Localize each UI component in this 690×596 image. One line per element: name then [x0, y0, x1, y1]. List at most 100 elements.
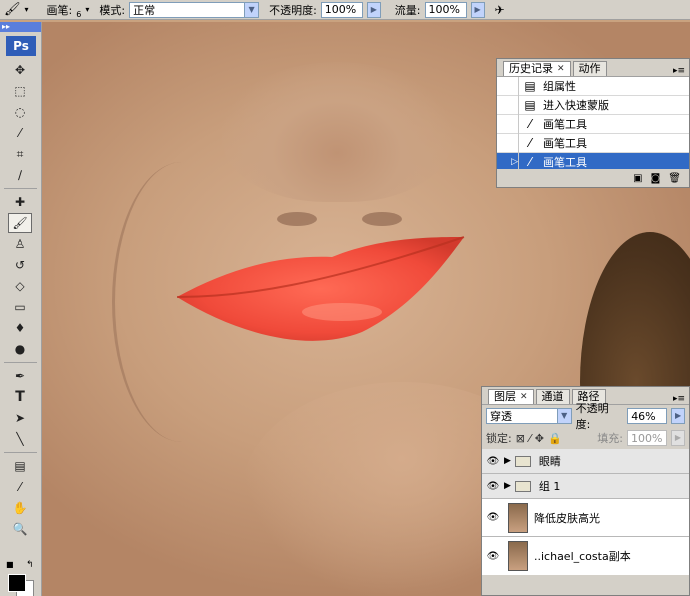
close-icon[interactable]: ✕ [520, 390, 528, 404]
mode-select[interactable]: 正常 ▼ [129, 1, 260, 18]
layer-name: ..ichael_costa副本 [534, 550, 631, 563]
layer-name: 眼睛 [538, 455, 561, 468]
hand-icon[interactable]: ✋ [8, 498, 32, 518]
tab-channels[interactable]: 通道 [535, 389, 570, 404]
fill-slider-button[interactable]: ▶ [671, 430, 685, 446]
history-item-label: 组属性 [543, 80, 576, 93]
path-select-icon[interactable]: ➤ [8, 408, 32, 428]
swap-colors-icon[interactable]: ↰ [26, 560, 34, 570]
layer-opacity-input[interactable]: 46% [627, 408, 668, 424]
marquee-icon[interactable]: ⬚ [8, 81, 32, 101]
history-panel: 历史记录 ✕ 动作 ▸≡ ▤ 组属性 ▤ 进入快速蒙版 ⁄ 画笔工具 ⁄ 画笔工具 ▷ ⁄ 画… [496, 58, 690, 188]
brush-size-value[interactable]: 6 [76, 10, 81, 19]
close-icon[interactable]: ✕ [557, 62, 565, 76]
layer-opacity-slider-button[interactable]: ▶ [671, 408, 685, 424]
toolbox-grip[interactable]: ▸▸ [0, 22, 41, 32]
lasso-icon[interactable]: ◌ [8, 102, 32, 122]
blend-row: 穿透 ▼ 不透明度: 46% ▶ [482, 402, 689, 431]
brush-icon: ⁄ [528, 117, 531, 131]
healing-icon[interactable]: ✚ [8, 192, 32, 212]
layer-row[interactable]: 👁 ▶ 组 1 [482, 474, 689, 499]
layer-row[interactable]: 👁 降低皮肤高光 [482, 499, 689, 537]
tab-channels-label: 通道 [541, 390, 564, 403]
notes-icon[interactable]: ▤ [8, 456, 32, 476]
history-item[interactable]: ⁄ 画笔工具 [497, 114, 689, 134]
history-item-label: 画笔工具 [543, 156, 587, 169]
dodge-icon[interactable]: ● [8, 339, 32, 359]
pen-icon[interactable]: ✒ [8, 366, 32, 386]
line-icon[interactable]: ╲ [8, 429, 32, 449]
panel-menu-icon[interactable]: ▸≡ [673, 66, 685, 76]
brush-icon[interactable]: 🖌 [8, 213, 32, 233]
lock-pixels-icon[interactable]: ⁄ [529, 432, 531, 445]
doc-icon: ▤ [524, 98, 536, 112]
flow-input[interactable]: 100% [424, 1, 467, 18]
eye-icon[interactable]: 👁 [482, 481, 504, 492]
history-brush-icon[interactable]: ↺ [8, 255, 32, 275]
history-source-checkbox[interactable] [497, 76, 519, 96]
camera-icon[interactable]: ◙ [651, 173, 661, 184]
lock-all-icon[interactable]: 🔒 [548, 432, 562, 445]
lock-transparency-icon[interactable]: ⊠ [516, 432, 525, 445]
tab-layers-label: 图层 [494, 390, 516, 403]
eye-icon[interactable]: 👁 [482, 551, 504, 562]
crop-icon[interactable]: ⌗ [8, 144, 32, 164]
lock-position-icon[interactable]: ✥ [535, 432, 544, 445]
tab-layers[interactable]: 图层 ✕ [488, 389, 534, 404]
history-tabs: 历史记录 ✕ 动作 ▸≡ [497, 59, 689, 77]
tab-history[interactable]: 历史记录 ✕ [503, 61, 571, 76]
layer-row[interactable]: 👁 ▶ 眼睛 [482, 449, 689, 474]
flow-slider-button[interactable]: ▶ [470, 1, 485, 18]
mode-value: 正常 [133, 3, 156, 17]
layer-opacity-label: 不透明度: [575, 402, 609, 431]
layer-name: 降低皮肤高光 [534, 511, 600, 525]
type-icon[interactable]: T [8, 387, 32, 407]
new-document-icon[interactable]: ▣ [633, 173, 642, 184]
eraser-icon[interactable]: ◇ [8, 276, 32, 296]
flow-value: 100% [428, 3, 460, 16]
gradient-icon[interactable]: ▭ [8, 297, 32, 317]
expand-arrow-icon[interactable]: ▶ [504, 456, 511, 466]
toolbox: ▸▸ Ps ✥ ⬚ ◌ ⁄ ⌗ ∕ ✚ 🖌 ♙ ↺ ◇ ▭ ♦ ● ✒ T ➤ … [0, 22, 42, 596]
foreground-color-swatch[interactable] [8, 574, 26, 592]
opacity-slider-button[interactable]: ▶ [366, 1, 381, 18]
eye-icon[interactable]: 👁 [482, 512, 504, 523]
history-source-checkbox[interactable] [497, 133, 519, 153]
flow-label: 流量: [394, 3, 421, 17]
tool-preset-dropdown[interactable]: ▾ [25, 5, 29, 14]
layer-row[interactable]: 👁 ..ichael_costa副本 [482, 537, 689, 575]
history-item[interactable]: ▤ 进入快速蒙版 [497, 95, 689, 115]
zoom-icon[interactable]: 🔍 [8, 519, 32, 539]
default-colors-icon[interactable]: ■ [6, 560, 14, 569]
eye-icon[interactable]: 👁 [482, 456, 504, 467]
history-source-checkbox[interactable] [497, 95, 519, 115]
history-source-checkbox[interactable] [497, 114, 519, 134]
expand-arrow-icon[interactable]: ▶ [504, 481, 511, 491]
stamp-icon[interactable]: ♙ [8, 234, 32, 254]
mode-label: 模式: [99, 3, 126, 17]
history-item[interactable]: ▤ 组属性 [497, 76, 689, 96]
tab-actions[interactable]: 动作 [572, 61, 607, 76]
toolbox-divider [4, 362, 37, 363]
brush-picker-arrow[interactable]: ▾ [85, 5, 89, 14]
airbrush-icon[interactable]: ✈ [495, 3, 505, 17]
move-icon[interactable]: ✥ [8, 60, 32, 80]
brush-tool-icon[interactable]: 🖌 [4, 2, 21, 17]
nostril-left [277, 212, 317, 226]
toolbox-divider [4, 452, 37, 453]
trash-icon[interactable]: 🗑 [668, 173, 681, 184]
folder-icon [514, 480, 531, 492]
history-item[interactable]: ⁄ 画笔工具 [497, 133, 689, 153]
slice-icon[interactable]: ∕ [8, 165, 32, 185]
fill-input[interactable]: 100% [627, 430, 667, 446]
blur-icon[interactable]: ♦ [8, 318, 32, 338]
magic-wand-icon[interactable]: ⁄ [8, 123, 32, 143]
opacity-input[interactable]: 100% [320, 1, 363, 18]
blend-mode-select[interactable]: 穿透 ▼ [486, 408, 572, 424]
history-item-label: 画笔工具 [543, 118, 587, 131]
toolbox-divider [4, 188, 37, 189]
panel-menu-icon[interactable]: ▸≡ [673, 394, 685, 404]
nostril-right [362, 212, 402, 226]
ps-logo[interactable]: Ps [6, 36, 36, 56]
eyedropper-icon[interactable]: ⁄ [8, 477, 32, 497]
